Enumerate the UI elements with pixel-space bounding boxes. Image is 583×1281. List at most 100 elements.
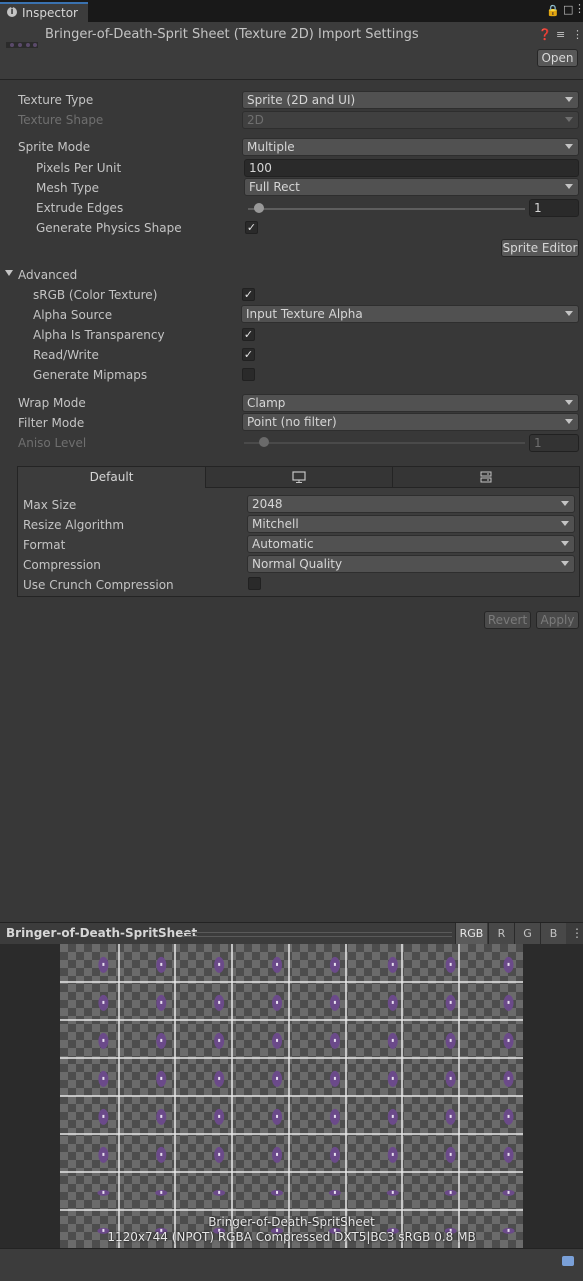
- chevron-down-icon: [565, 144, 573, 149]
- max-size-value: 2048: [252, 497, 283, 511]
- chevron-down-icon: [561, 521, 569, 526]
- sprite-frame: [387, 994, 398, 1011]
- sprite-frame: [156, 956, 167, 973]
- bottom-bar: [0, 1248, 583, 1281]
- read-write-checkbox[interactable]: ✓: [242, 348, 255, 361]
- mesh-type-dropdown[interactable]: Full Rect: [244, 178, 579, 196]
- sprite-editor-button[interactable]: Sprite Editor: [501, 239, 579, 257]
- wrap-mode-dropdown[interactable]: Clamp: [242, 394, 579, 412]
- tab-server[interactable]: [393, 467, 579, 488]
- tab-standalone[interactable]: [206, 467, 393, 488]
- filter-mode-label: Filter Mode: [18, 416, 85, 430]
- chevron-down-icon: [565, 419, 573, 424]
- sprite-frame: [503, 1108, 514, 1125]
- sprite-sheet-image: [60, 944, 523, 1248]
- channel-b-button[interactable]: B: [540, 923, 566, 944]
- sprite-frame: [98, 1108, 109, 1125]
- sprite-frame: [98, 994, 109, 1011]
- preset-icon[interactable]: ≡: [556, 28, 565, 41]
- sprite-frame: [271, 1189, 284, 1196]
- max-size-label: Max Size: [23, 498, 77, 512]
- sprite-frame: [387, 956, 398, 973]
- channel-g-button[interactable]: G: [514, 923, 540, 944]
- extrude-edges-label: Extrude Edges: [36, 201, 124, 215]
- aniso-level-slider-knob: [259, 437, 269, 447]
- sprite-frame: [445, 1146, 456, 1163]
- chevron-down-icon: [561, 501, 569, 506]
- mesh-type-label: Mesh Type: [36, 181, 99, 195]
- extrude-edges-input[interactable]: 1: [529, 199, 579, 217]
- chevron-down-icon: [565, 97, 573, 102]
- server-icon: [480, 471, 492, 483]
- chevron-down-icon: [565, 117, 573, 122]
- compression-label: Compression: [23, 558, 101, 572]
- sprite-frame: [503, 1146, 514, 1163]
- advanced-foldout-label[interactable]: Advanced: [18, 268, 77, 282]
- sprite-mode-dropdown[interactable]: Multiple: [242, 138, 579, 156]
- compression-dropdown[interactable]: Normal Quality: [247, 555, 575, 573]
- sprite-frame: [272, 1146, 283, 1163]
- sprite-frame: [329, 1146, 340, 1163]
- tab-label: Inspector: [22, 6, 78, 20]
- sprite-frame: [272, 994, 283, 1011]
- sprite-frame: [272, 1108, 283, 1125]
- tab-default[interactable]: Default: [18, 467, 206, 488]
- platform-settings-panel: Default Max Size 2048 Resize Algorithm M…: [17, 466, 580, 597]
- srgb-checkbox[interactable]: ✓: [242, 288, 255, 301]
- texture-type-dropdown[interactable]: Sprite (2D and UI): [242, 91, 579, 109]
- foldout-arrow-icon[interactable]: [5, 270, 13, 276]
- texture-preview: Bringer-of-Death-SpritSheet 1120x744 (NP…: [0, 944, 583, 1248]
- open-button[interactable]: Open: [537, 49, 578, 67]
- kebab-menu-icon[interactable]: ⋮: [571, 926, 583, 940]
- chevron-down-icon: [565, 311, 573, 316]
- drag-handle[interactable]: [182, 932, 452, 937]
- sprite-frame: [329, 1032, 340, 1049]
- monitor-icon: [292, 471, 306, 483]
- sprite-frame: [503, 1070, 514, 1087]
- channel-r-button[interactable]: R: [488, 923, 514, 944]
- use-crunch-checkbox[interactable]: [248, 577, 261, 590]
- generate-mipmaps-label: Generate Mipmaps: [33, 368, 148, 382]
- generate-physics-shape-checkbox[interactable]: ✓: [245, 221, 258, 234]
- sprite-frame: [272, 1070, 283, 1087]
- sprite-frame: [213, 1189, 226, 1196]
- sprite-frame: [502, 1189, 515, 1196]
- format-dropdown[interactable]: Automatic: [247, 535, 575, 553]
- pixels-per-unit-input[interactable]: 100: [244, 159, 579, 177]
- apply-button[interactable]: Apply: [536, 611, 579, 629]
- asset-label-icon[interactable]: [562, 1256, 574, 1266]
- resize-algorithm-dropdown[interactable]: Mitchell: [247, 515, 575, 533]
- alpha-is-transparency-checkbox[interactable]: ✓: [242, 328, 255, 341]
- chevron-down-icon: [561, 561, 569, 566]
- sprite-frame: [445, 1070, 456, 1087]
- format-value: Automatic: [252, 537, 314, 551]
- sprite-frame: [329, 956, 340, 973]
- extrude-edges-slider-track[interactable]: [248, 208, 525, 210]
- extrude-edges-slider-knob[interactable]: [254, 203, 264, 213]
- sprite-frame: [329, 1108, 340, 1125]
- sprite-frame: [214, 1032, 225, 1049]
- sprite-frame: [387, 1070, 398, 1087]
- sprite-frame: [445, 1108, 456, 1125]
- texture-type-label: Texture Type: [18, 93, 94, 107]
- wrap-mode-label: Wrap Mode: [18, 396, 86, 410]
- max-size-dropdown[interactable]: 2048: [247, 495, 575, 513]
- maximize-icon[interactable]: □: [563, 3, 573, 16]
- alpha-source-dropdown[interactable]: Input Texture Alpha: [241, 305, 579, 323]
- aniso-level-input: 1: [529, 434, 579, 452]
- generate-mipmaps-checkbox[interactable]: [242, 368, 255, 381]
- sprite-frame: [386, 1189, 399, 1196]
- tab-inspector[interactable]: i Inspector: [0, 2, 88, 22]
- channel-rgb-button[interactable]: RGB: [455, 923, 487, 944]
- help-icon[interactable]: ❓: [538, 28, 552, 41]
- sprite-frame: [444, 1189, 457, 1196]
- lock-icon[interactable]: 🔒: [546, 4, 560, 17]
- filter-mode-dropdown[interactable]: Point (no filter): [242, 413, 579, 431]
- revert-button[interactable]: Revert: [484, 611, 531, 629]
- alpha-source-label: Alpha Source: [33, 308, 113, 322]
- kebab-menu-icon[interactable]: ⋮: [572, 28, 583, 41]
- kebab-menu-icon[interactable]: ⋮: [574, 2, 583, 15]
- sprite-frame: [387, 1032, 398, 1049]
- sprite-frame: [503, 994, 514, 1011]
- sprite-frame: [445, 994, 456, 1011]
